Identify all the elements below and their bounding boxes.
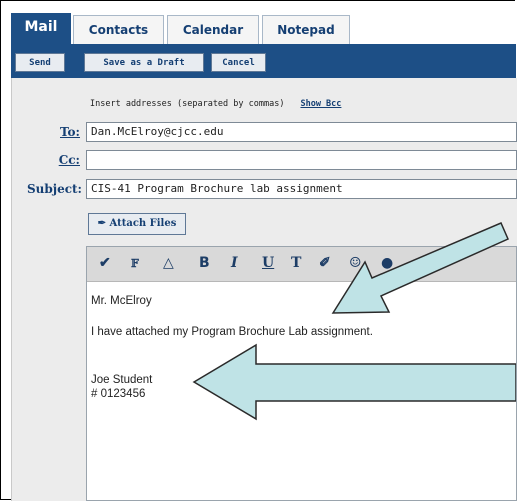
mail-compose-window: Mail Contacts Calendar Notepad Send Save…: [0, 0, 517, 501]
arrow-lower: [192, 343, 516, 421]
annotation-arrows: [192, 222, 516, 421]
arrow-upper: [331, 222, 509, 314]
